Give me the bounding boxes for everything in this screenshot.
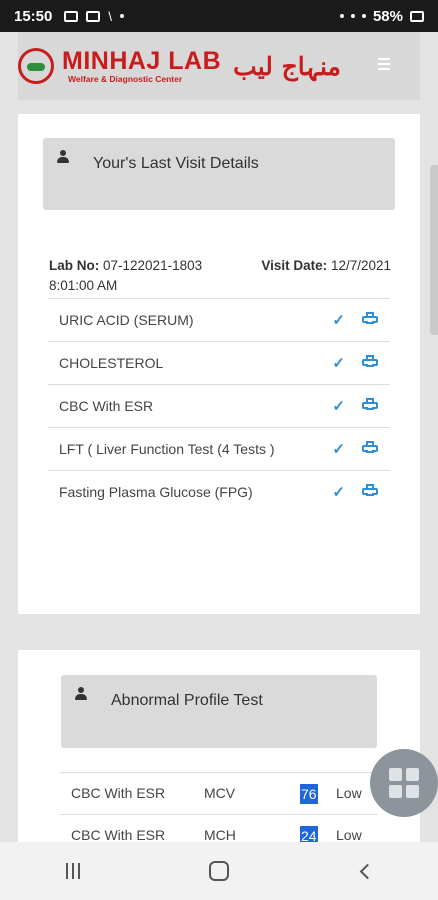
list-item[interactable]: CHOLESTEROL ✓ bbox=[48, 341, 390, 384]
test-name: CBC With ESR bbox=[59, 398, 154, 414]
grid-icon-cell bbox=[389, 785, 402, 798]
list-item[interactable]: Fasting Plasma Glucose (FPG) ✓ bbox=[48, 470, 390, 513]
last-visit-card: Your's Last Visit Details Lab No: 07-122… bbox=[18, 114, 420, 614]
list-item[interactable]: CBC With ESR ✓ bbox=[48, 384, 390, 427]
user-icon bbox=[57, 150, 69, 164]
alarm-icon bbox=[339, 14, 344, 18]
status-right: 58% bbox=[339, 7, 424, 25]
brand-tagline: Welfare & Diagnostic Center bbox=[68, 73, 183, 84]
visit-date-value: 12/7/2021 bbox=[330, 258, 391, 273]
check-icon: ✓ bbox=[332, 398, 345, 415]
wifi-icon bbox=[350, 14, 355, 18]
last-visit-title: Your's Last Visit Details bbox=[93, 155, 259, 172]
back-button[interactable] bbox=[345, 851, 385, 891]
message-icon bbox=[86, 10, 101, 22]
status-bar: 15:50 \ 58% bbox=[0, 0, 438, 32]
test-name: Fasting Plasma Glucose (FPG) bbox=[59, 484, 253, 500]
brand-name-urdu: منہاج لیب bbox=[233, 51, 341, 81]
app-header: MINHAJ LAB Welfare & Diagnostic Center م… bbox=[18, 32, 420, 100]
recent-apps-icon bbox=[66, 863, 80, 879]
print-icon[interactable] bbox=[362, 355, 378, 369]
test-name: CHOLESTEROL bbox=[59, 355, 164, 371]
check-icon: ✓ bbox=[332, 441, 345, 458]
home-button[interactable] bbox=[199, 851, 239, 891]
more-dot-icon bbox=[120, 14, 124, 18]
battery-icon bbox=[410, 10, 424, 22]
grid-menu-button[interactable] bbox=[370, 749, 438, 817]
abnormal-title: Abnormal Profile Test bbox=[111, 692, 263, 709]
test-name: URIC ACID (SERUM) bbox=[59, 312, 194, 328]
scroll-handle[interactable] bbox=[430, 165, 438, 335]
status-time: 15:50 bbox=[14, 7, 53, 25]
system-nav-bar bbox=[0, 842, 438, 900]
last-visit-header: Your's Last Visit Details bbox=[43, 138, 395, 210]
print-icon[interactable] bbox=[362, 312, 378, 326]
visit-date: Visit Date: 12/7/2021 bbox=[261, 256, 391, 276]
print-icon[interactable] bbox=[362, 484, 378, 498]
abnormal-flag: Low bbox=[336, 827, 362, 843]
check-icon: ✓ bbox=[332, 355, 345, 372]
test-list: URIC ACID (SERUM) ✓ CHOLESTEROL ✓ CBC Wi… bbox=[48, 298, 390, 513]
list-item[interactable]: LFT ( Liver Function Test (4 Tests ) ✓ bbox=[48, 427, 390, 470]
grid-icon bbox=[389, 768, 402, 781]
gallery-icon bbox=[64, 10, 79, 22]
abnormal-test: CBC With ESR bbox=[71, 785, 166, 801]
menu-icon[interactable] bbox=[378, 58, 390, 70]
visit-meta: Lab No: 07-122021-1803 Visit Date: 12/7/… bbox=[49, 256, 391, 296]
test-name: LFT ( Liver Function Test (4 Tests ) bbox=[59, 441, 275, 457]
lab-no: Lab No: 07-122021-1803 bbox=[49, 256, 202, 276]
abnormal-flag: Low bbox=[336, 785, 362, 801]
recent-apps-button[interactable] bbox=[53, 851, 93, 891]
signal-slash-icon: \ bbox=[108, 8, 112, 24]
visit-time: 8:01:00 AM bbox=[49, 278, 118, 293]
status-notification-icons: \ bbox=[64, 9, 124, 24]
abnormal-param: MCV bbox=[204, 785, 236, 801]
abnormal-param: MCH bbox=[204, 827, 236, 843]
check-icon: ✓ bbox=[332, 312, 345, 329]
lab-no-value: 07-122021-1803 bbox=[103, 258, 203, 273]
signal-icon bbox=[361, 14, 366, 18]
list-item[interactable]: URIC ACID (SERUM) ✓ bbox=[48, 298, 390, 341]
brand-name: MINHAJ LAB bbox=[62, 46, 222, 75]
back-icon bbox=[359, 863, 375, 879]
abnormal-value: 76 bbox=[300, 784, 318, 804]
logo-icon bbox=[18, 48, 54, 84]
grid-icon-cell bbox=[406, 768, 419, 781]
abnormal-test: CBC With ESR bbox=[71, 827, 166, 843]
battery-percent: 58% bbox=[372, 7, 403, 25]
lab-no-label: Lab No: bbox=[49, 258, 100, 273]
grid-icon-cell bbox=[406, 785, 419, 798]
home-icon bbox=[209, 861, 229, 881]
table-row[interactable]: CBC With ESR MCV 76 Low bbox=[60, 772, 378, 814]
abnormal-header: Abnormal Profile Test bbox=[61, 675, 377, 748]
visit-date-label: Visit Date: bbox=[261, 258, 328, 273]
check-icon: ✓ bbox=[332, 484, 345, 501]
print-icon[interactable] bbox=[362, 398, 378, 412]
print-icon[interactable] bbox=[362, 441, 378, 455]
user-icon bbox=[75, 687, 87, 701]
logo-text: MINHAJ LAB Welfare & Diagnostic Center bbox=[62, 46, 222, 84]
abnormal-profile-card: Abnormal Profile Test CBC With ESR MCV 7… bbox=[18, 650, 420, 850]
